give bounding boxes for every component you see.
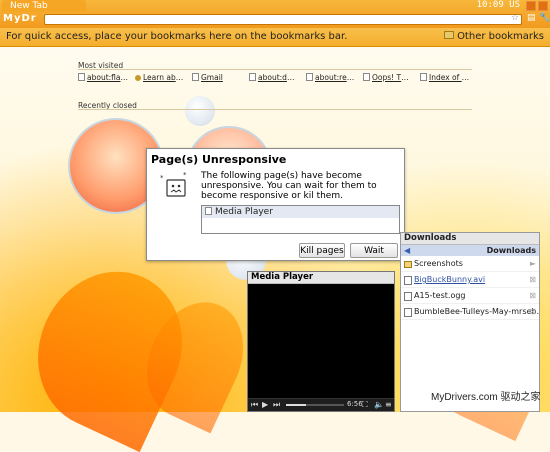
download-item-link[interactable]: BigBuckBunny.avi bbox=[414, 275, 485, 284]
download-item[interactable]: Screenshots ► bbox=[401, 256, 539, 272]
unresponsive-dialog: Page(s) Unresponsive * * The following p… bbox=[146, 148, 405, 261]
close-icon[interactable] bbox=[538, 1, 548, 11]
most-visited-item[interactable]: about:rem... bbox=[306, 73, 356, 82]
page-label: Media Player bbox=[215, 207, 273, 217]
browser-toolbar: New Tab 10:09 US MyDr ☆ ▤ 🔧 bbox=[0, 0, 550, 28]
page-icon bbox=[205, 207, 212, 215]
downloads-nav: ◀ Downloads bbox=[401, 245, 539, 256]
most-visited-item[interactable]: about:deb... bbox=[249, 73, 299, 82]
page-icon bbox=[192, 73, 199, 81]
page-icon bbox=[78, 73, 85, 81]
downloads-nav-label: Downloads bbox=[486, 246, 536, 255]
most-visited-item[interactable]: Oops! This... bbox=[363, 73, 413, 82]
next-icon[interactable]: ⏭ bbox=[273, 400, 280, 410]
minimize-icon[interactable] bbox=[526, 1, 536, 11]
most-visited-label: about:deb... bbox=[258, 73, 299, 82]
most-visited-label: about:rem... bbox=[315, 73, 356, 82]
kill-pages-button[interactable]: Kill pages bbox=[299, 243, 345, 258]
address-bar[interactable]: ☆ bbox=[44, 13, 522, 25]
watermark: MyDrivers.com 驱动之家 bbox=[431, 392, 541, 403]
wait-button[interactable]: Wait bbox=[350, 243, 398, 258]
most-visited-item[interactable]: Index of /... bbox=[420, 73, 470, 82]
omnibox-row: MyDr ☆ bbox=[0, 12, 550, 28]
media-time: 6:56 bbox=[347, 400, 363, 408]
download-item[interactable]: A15-test.ogg ⊠ bbox=[401, 288, 539, 304]
theme-brand-logo: MyDr bbox=[3, 13, 37, 24]
play-icon[interactable]: ▶ bbox=[262, 400, 268, 410]
expand-arrow-icon[interactable]: ► bbox=[530, 256, 536, 271]
downloads-panel: Downloads ◀ Downloads Screenshots ► BigBu… bbox=[400, 232, 540, 412]
bookmarks-bar: For quick access, place your bookmarks h… bbox=[0, 28, 550, 47]
remove-icon[interactable]: ⊠ bbox=[529, 288, 536, 303]
most-visited-label: Oops! This... bbox=[372, 73, 413, 82]
dialog-title: Page(s) Unresponsive bbox=[151, 153, 287, 166]
most-visited-item[interactable]: Gmail bbox=[192, 73, 242, 82]
list-item[interactable]: Media Player bbox=[202, 206, 399, 218]
most-visited-label: about:flags bbox=[87, 73, 128, 82]
downloads-panel-title: Downloads bbox=[401, 233, 539, 245]
menu-icon[interactable]: ≡ bbox=[385, 400, 392, 410]
remove-icon[interactable]: ⊠ bbox=[529, 272, 536, 287]
svg-text:*: * bbox=[160, 174, 164, 182]
page-icon bbox=[363, 73, 370, 81]
page-icon bbox=[420, 73, 427, 81]
unresponsive-page-list: Media Player bbox=[201, 205, 400, 234]
other-bookmarks-label: Other bookmarks bbox=[457, 31, 544, 42]
file-icon bbox=[404, 276, 412, 285]
download-item-label: Screenshots bbox=[414, 259, 463, 268]
seek-bar[interactable] bbox=[286, 404, 344, 406]
media-controls: ⏮ ▶ ⏭ 6:56 ⛶ 🔈 ≡ bbox=[248, 398, 394, 411]
most-visited-label: Index of /... bbox=[429, 73, 470, 82]
download-item-label: A15-test.ogg bbox=[414, 291, 466, 300]
volume-icon[interactable]: 🔈 bbox=[374, 400, 384, 410]
back-arrow-icon[interactable]: ◀ bbox=[404, 245, 410, 256]
svg-text:*: * bbox=[183, 171, 187, 179]
media-player-panel: Media Player ⏮ ▶ ⏭ 6:56 ⛶ 🔈 ≡ bbox=[247, 271, 395, 412]
most-visited-label: Gmail bbox=[201, 73, 223, 82]
page-menu-icon[interactable]: ▤ bbox=[527, 13, 536, 23]
status-clock: 10:09 US bbox=[476, 0, 520, 10]
frozen-page-icon: * * bbox=[160, 171, 187, 197]
remove-icon[interactable]: ⊠ bbox=[529, 304, 536, 319]
previous-icon[interactable]: ⏮ bbox=[251, 400, 258, 410]
file-icon bbox=[404, 292, 412, 301]
bookmark-star-icon[interactable]: ☆ bbox=[511, 13, 519, 23]
bookmarks-bar-message: For quick access, place your bookmarks h… bbox=[6, 31, 348, 42]
seek-bar-fill bbox=[286, 404, 307, 406]
other-bookmarks-button[interactable]: Other bookmarks bbox=[444, 31, 544, 42]
folder-icon bbox=[404, 261, 412, 268]
divider bbox=[78, 109, 472, 110]
theme-bubble bbox=[185, 96, 215, 126]
download-item[interactable]: BigBuckBunny.avi ⊠ bbox=[401, 272, 539, 288]
page-icon bbox=[249, 73, 256, 81]
dialog-message: The following page(s) have become unresp… bbox=[201, 171, 377, 201]
media-player-title: Media Player bbox=[248, 272, 394, 284]
folder-icon bbox=[444, 31, 455, 39]
wrench-icon[interactable]: 🔧 bbox=[539, 13, 550, 23]
divider bbox=[78, 69, 472, 70]
most-visited-list: about:flags Learn abo... Gmail about:deb… bbox=[78, 73, 470, 82]
file-icon bbox=[404, 308, 412, 317]
globe-icon bbox=[135, 75, 141, 81]
window-controls bbox=[526, 1, 548, 11]
download-item[interactable]: BumbleBee-Tulleys-May-mrseb... ⊠ bbox=[401, 304, 539, 320]
page-icon bbox=[306, 73, 313, 81]
tab-new-tab[interactable]: New Tab bbox=[2, 0, 86, 12]
most-visited-item[interactable]: about:flags bbox=[78, 73, 128, 82]
most-visited-label: Learn abo... bbox=[143, 73, 185, 82]
download-item-label: BumbleBee-Tulleys-May-mrseb... bbox=[414, 307, 539, 316]
fullscreen-icon[interactable]: ⛶ bbox=[362, 400, 368, 410]
most-visited-item[interactable]: Learn abo... bbox=[135, 73, 185, 82]
